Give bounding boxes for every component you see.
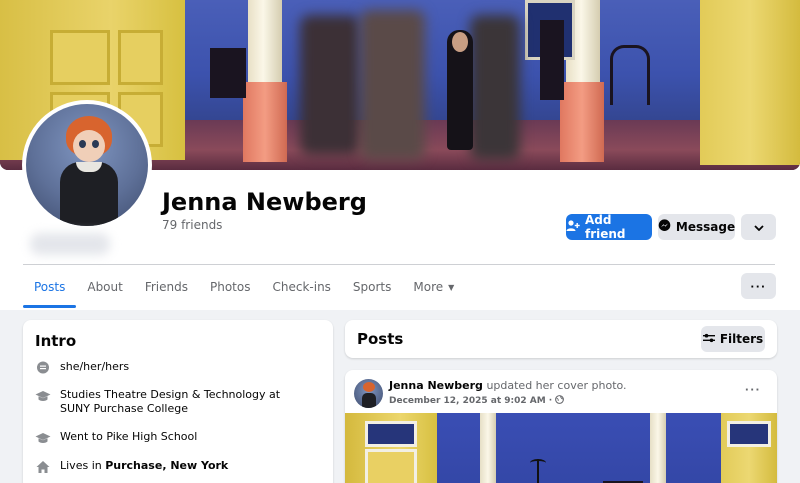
profile-avatar[interactable] (22, 100, 152, 230)
tab-sports[interactable]: Sports (342, 266, 402, 308)
posts-header-card: Posts Filters (345, 320, 777, 358)
tab-photos[interactable]: Photos (199, 266, 261, 308)
post-card: Jenna Newberg updated her cover photo. D… (345, 370, 777, 483)
caret-down-icon: ▼ (448, 282, 455, 292)
sliders-icon (702, 332, 715, 346)
ellipsis-icon: ··· (745, 382, 761, 397)
intro-school: Went to Pike High School (35, 430, 310, 446)
header-divider (23, 264, 775, 265)
profile-options-button[interactable] (741, 214, 776, 240)
ellipsis-icon: ··· (750, 278, 767, 294)
post-timestamp[interactable]: December 12, 2025 at 9:02 AM (389, 396, 546, 406)
redacted-subtitle (30, 233, 110, 255)
post-header: Jenna Newberg updated her cover photo. (389, 379, 627, 392)
message-button[interactable]: Message (658, 214, 735, 240)
filters-label: Filters (719, 332, 764, 346)
graduation-cap-icon (35, 430, 51, 446)
more-options-button[interactable]: ··· (741, 273, 776, 299)
friends-count[interactable]: 79 friends (162, 218, 222, 232)
tab-posts[interactable]: Posts (23, 266, 77, 308)
add-friend-button[interactable]: Add friend (566, 213, 652, 241)
globe-icon (555, 395, 565, 407)
post-options-button[interactable]: ··· (745, 382, 761, 397)
intro-card: Intro she/her/hers Studies Theatre Desig… (23, 320, 333, 483)
post-image[interactable] (345, 413, 777, 483)
intro-studies: Studies Theatre Design & Technology at S… (35, 388, 310, 416)
profile-header: Jenna Newberg 79 friends Add friend Mess… (0, 0, 800, 310)
tab-about[interactable]: About (76, 266, 133, 308)
intro-pronouns: she/her/hers (35, 360, 310, 376)
add-friend-label: Add friend (585, 213, 626, 241)
profile-name: Jenna Newberg (162, 188, 367, 216)
chevron-down-icon (753, 220, 764, 234)
tab-friends[interactable]: Friends (134, 266, 199, 308)
profile-tabs: Posts About Friends Photos Check-ins Spo… (23, 266, 465, 308)
graduation-cap-icon (35, 388, 51, 404)
post-action-text: updated her cover photo. (486, 379, 627, 392)
message-label: Message (675, 220, 736, 234)
post-meta: December 12, 2025 at 9:02 AM · (389, 395, 565, 407)
lives-place-link[interactable]: Purchase, New York (105, 459, 228, 472)
post-author-name[interactable]: Jenna Newberg (389, 379, 483, 392)
tab-check-ins[interactable]: Check-ins (261, 266, 341, 308)
posts-title: Posts (357, 330, 404, 348)
filters-button[interactable]: Filters (701, 326, 765, 352)
post-author-avatar[interactable] (354, 379, 383, 408)
add-person-icon (566, 219, 580, 235)
tab-more[interactable]: More ▼ (402, 266, 465, 308)
intro-title: Intro (35, 332, 77, 350)
home-icon (35, 459, 51, 475)
messenger-icon (658, 219, 671, 235)
speech-bubble-icon (35, 360, 51, 376)
intro-lives: Lives in Purchase, New York (35, 459, 310, 475)
